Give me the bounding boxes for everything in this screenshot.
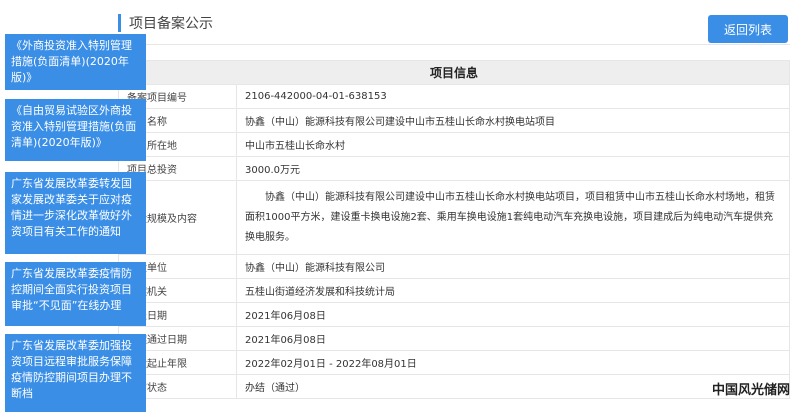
table-row: 项目名称 协鑫（中山）能源科技有限公司建设中山市五桂山长命水村换电站项目 <box>118 108 790 133</box>
row-value: 2021年06月08日 <box>236 326 790 351</box>
scope-text: 协鑫（中山）能源科技有限公司建设中山市五桂山长命水村换电站项目，项目租赁中山市五… <box>245 191 775 243</box>
table-row: 备案项目编号 2106-442000-04-01-638153 <box>118 84 790 109</box>
row-value: 协鑫（中山）能源科技有限公司建设中山市五桂山长命水村换电站项目 <box>236 108 790 133</box>
policy-link-item[interactable]: 广东省发展改革委加强投资项目远程审批服务保障疫情防控期间项目办理不断档 <box>5 334 146 412</box>
site-watermark: 中国风光储网 <box>711 383 790 398</box>
row-value: 3000.0万元 <box>236 156 790 181</box>
table-row: 备案机关 五桂山街道经济发展和科技统计局 <box>118 278 790 303</box>
table-row: 建设单位 协鑫（中山）能源科技有限公司 <box>118 254 790 279</box>
project-info-table: 项目信息 备案项目编号 2106-442000-04-01-638153 项目名… <box>118 60 790 399</box>
table-row: 建设规模及内容 协鑫（中山）能源科技有限公司建设中山市五桂山长命水村换电站项目，… <box>118 180 790 255</box>
row-value: 五桂山街道经济发展和科技统计局 <box>236 278 790 303</box>
header-divider <box>118 44 790 45</box>
back-to-list-button[interactable]: 返回列表 <box>708 15 788 43</box>
policy-links-sidebar: 《外商投资准入特别管理措施(负面清单)(2020年版)》 《自由贸易试验区外商投… <box>0 0 148 420</box>
row-value: 办结（通过） <box>236 374 790 399</box>
table-row: 项目总投资 3000.0万元 <box>118 156 790 181</box>
table-row: 项目所在地 中山市五桂山长命水村 <box>118 132 790 157</box>
row-value-scope: 协鑫（中山）能源科技有限公司建设中山市五桂山长命水村换电站项目，项目租赁中山市五… <box>236 180 790 255</box>
row-value: 协鑫（中山）能源科技有限公司 <box>236 254 790 279</box>
table-row: 建设起止年限 2022年02月01日 - 2022年08月01日 <box>118 350 790 375</box>
policy-link-item[interactable]: 广东省发展改革委疫情防控期间全面实行投资项目审批“不见面”在线办理 <box>5 262 146 326</box>
table-row: 当前状态 办结（通过） <box>118 374 790 399</box>
table-row: 申报日期 2021年06月08日 <box>118 302 790 327</box>
row-value: 中山市五桂山长命水村 <box>236 132 790 157</box>
row-value: 2021年06月08日 <box>236 302 790 327</box>
policy-link-item[interactable]: 《自由贸易试验区外商投资准入特别管理措施(负面清单)(2020年版)》 <box>5 99 146 161</box>
table-title: 项目信息 <box>118 60 790 85</box>
policy-link-item[interactable]: 广东省发展改革委转发国家发展改革委关于应对疫情进一步深化改革做好外资项目有关工作… <box>5 172 146 254</box>
table-row: 备案通过日期 2021年06月08日 <box>118 326 790 351</box>
policy-link-item[interactable]: 《外商投资准入特别管理措施(负面清单)(2020年版)》 <box>5 34 146 90</box>
row-value: 2022年02月01日 - 2022年08月01日 <box>236 350 790 375</box>
row-value: 2106-442000-04-01-638153 <box>236 84 790 109</box>
